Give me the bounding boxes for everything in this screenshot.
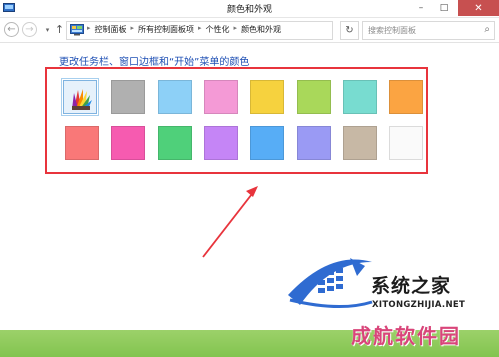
watermark-brand: 系统之家 <box>371 275 452 297</box>
watermark-stamp: 成航软件园 <box>351 324 461 348</box>
watermark-url: XITONGZHIJIA.NET <box>372 300 466 310</box>
